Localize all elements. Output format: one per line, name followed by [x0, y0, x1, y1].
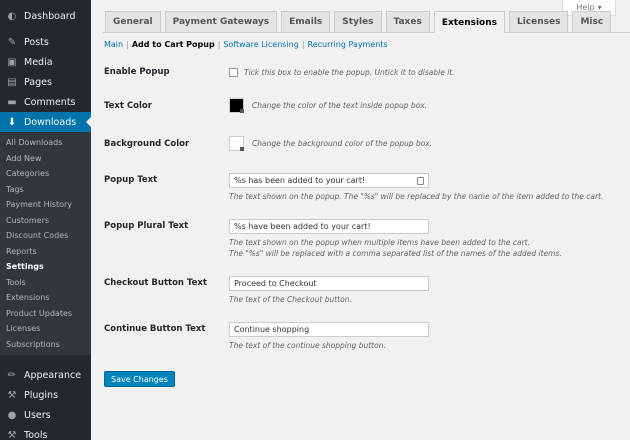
menu-appearance[interactable]: ✏ Appearance — [0, 365, 91, 385]
pages-icon: ▤ — [7, 76, 17, 88]
sublink-software-licensing[interactable]: Software Licensing — [223, 40, 298, 49]
checkout-text-value: Proceed to Checkout — [234, 279, 317, 288]
downloads-submenu: All Downloads Add New Categories Tags Pa… — [0, 132, 91, 355]
menu-label: Dashboard — [24, 10, 76, 22]
submenu-payment-history[interactable]: Payment History — [0, 197, 91, 213]
menu-label: Tools — [24, 429, 48, 440]
sublink-main[interactable]: Main — [104, 40, 123, 49]
menu-label: Media — [24, 56, 53, 68]
continue-text-label: Continue Button Text — [104, 324, 206, 334]
menu-comments[interactable]: ▬ Comments — [0, 92, 91, 112]
extension-sublinks: Main | Add to Cart Popup | Software Lice… — [104, 40, 388, 49]
tab-misc[interactable]: Misc — [572, 11, 612, 32]
menu-downloads[interactable]: ⬇ Downloads — [0, 112, 91, 132]
menu-label: Pages — [24, 76, 52, 88]
menu-plugins[interactable]: ⚒ Plugins — [0, 385, 91, 405]
submenu-licenses[interactable]: Licenses — [0, 321, 91, 337]
menu-users[interactable]: ● Users — [0, 405, 91, 425]
submenu-all-downloads[interactable]: All Downloads — [0, 135, 91, 151]
calendar-icon[interactable] — [417, 176, 424, 185]
enable-popup-field: Tick this box to enable the popup. Untic… — [229, 67, 455, 78]
admin-sidebar: ◐ Dashboard ✎ Posts ▣ Media ▤ Pages ▬ Comment… — [0, 0, 91, 440]
tab-extensions[interactable]: Extensions — [433, 11, 505, 33]
tab-payment-gateways[interactable]: Payment Gateways — [164, 11, 278, 32]
popup-plural-input[interactable]: %s have been added to your cart! — [229, 219, 429, 234]
enable-popup-desc: Tick this box to enable the popup. Untic… — [244, 68, 455, 77]
tab-emails[interactable]: Emails — [281, 11, 331, 32]
menu-pages[interactable]: ▤ Pages — [0, 72, 91, 92]
background-color-field: Change the background color of the popup… — [229, 136, 432, 151]
enable-popup-label: Enable Popup — [104, 67, 170, 77]
menu-label: Plugins — [24, 389, 59, 401]
download-icon: ⬇ — [7, 116, 17, 128]
popup-text-value: %s has been added to your cart! — [234, 176, 366, 185]
text-color-swatch[interactable] — [229, 98, 244, 113]
continue-text-value: Continue shopping — [234, 325, 310, 334]
submenu-discount-codes[interactable]: Discount Codes — [0, 228, 91, 244]
submenu-customers[interactable]: Customers — [0, 213, 91, 229]
dashboard-icon: ◐ — [7, 10, 17, 22]
tab-licenses[interactable]: Licenses — [508, 11, 569, 32]
background-color-swatch[interactable] — [229, 136, 244, 151]
tab-taxes[interactable]: Taxes — [385, 11, 430, 32]
popup-plural-field: %s have been added to your cart! The tex… — [229, 219, 562, 259]
text-color-label: Text Color — [104, 101, 152, 111]
submenu-add-new[interactable]: Add New — [0, 151, 91, 167]
popup-text-input[interactable]: %s has been added to your cart! — [229, 173, 429, 188]
submenu-categories[interactable]: Categories — [0, 166, 91, 182]
menu-label: Users — [24, 409, 51, 421]
menu-media[interactable]: ▣ Media — [0, 52, 91, 72]
checkout-text-field: Proceed to Checkout The text of the Chec… — [229, 276, 429, 305]
menu-dashboard[interactable]: ◐ Dashboard — [0, 6, 91, 26]
continue-text-input[interactable]: Continue shopping — [229, 322, 429, 337]
submenu-extensions[interactable]: Extensions — [0, 290, 91, 306]
checkout-text-desc: The text of the Checkout button. — [229, 295, 352, 304]
popup-plural-value: %s have been added to your cart! — [234, 222, 371, 231]
popup-plural-label: Popup Plural Text — [104, 221, 189, 231]
plugin-icon: ⚒ — [7, 389, 17, 401]
background-color-desc: Change the background color of the popup… — [252, 139, 433, 148]
brush-icon: ✏ — [7, 369, 17, 381]
settings-tabs: General Payment Gateways Emails Styles T… — [105, 11, 612, 33]
comment-icon: ▬ — [7, 96, 17, 108]
save-changes-button[interactable]: Save Changes — [104, 371, 175, 387]
tabs-divider — [103, 32, 630, 33]
tab-styles[interactable]: Styles — [334, 11, 382, 32]
popup-plural-desc-1: The text shown on the popup when multipl… — [229, 238, 531, 247]
submenu-product-updates[interactable]: Product Updates — [0, 306, 91, 322]
menu-label: Posts — [24, 36, 49, 48]
submenu-settings[interactable]: Settings — [0, 259, 91, 275]
user-icon: ● — [7, 409, 17, 421]
separator: | — [217, 40, 221, 49]
checkout-text-input[interactable]: Proceed to Checkout — [229, 276, 429, 291]
separator: | — [126, 40, 129, 49]
checkout-text-label: Checkout Button Text — [104, 278, 207, 288]
sublink-recurring-payments[interactable]: Recurring Payments — [308, 40, 388, 49]
submenu-tools[interactable]: Tools — [0, 275, 91, 291]
continue-text-field: Continue shopping The text of the contin… — [229, 322, 429, 351]
sublink-add-to-cart-popup[interactable]: Add to Cart Popup — [132, 40, 215, 49]
wrench-icon: ⚒ — [7, 429, 17, 440]
popup-text-desc: The text shown on the popup. The "%s" wi… — [229, 192, 604, 201]
menu-label: Appearance — [24, 369, 82, 381]
text-color-desc: Change the color of the text inside popu… — [252, 101, 428, 110]
menu-tools[interactable]: ⚒ Tools — [0, 425, 91, 440]
menu-posts[interactable]: ✎ Posts — [0, 32, 91, 52]
text-color-field: Change the color of the text inside popu… — [229, 98, 427, 113]
menu-label: Downloads — [24, 116, 77, 128]
enable-popup-checkbox[interactable] — [229, 68, 238, 77]
background-color-label: Background Color — [104, 139, 190, 149]
menu-label: Comments — [24, 96, 76, 108]
popup-plural-desc-2: The "%s" will be replaced with a comma s… — [229, 249, 562, 258]
submenu-tags[interactable]: Tags — [0, 182, 91, 198]
separator: | — [301, 40, 305, 49]
popup-text-field: %s has been added to your cart! The text… — [229, 173, 603, 202]
tab-general[interactable]: General — [105, 11, 161, 32]
media-icon: ▣ — [7, 56, 17, 68]
pin-icon: ✎ — [7, 36, 17, 48]
popup-text-label: Popup Text — [104, 175, 158, 185]
submenu-subscriptions[interactable]: Subscriptions — [0, 337, 91, 353]
continue-text-desc: The text of the continue shopping button… — [229, 341, 386, 350]
submenu-reports[interactable]: Reports — [0, 244, 91, 260]
